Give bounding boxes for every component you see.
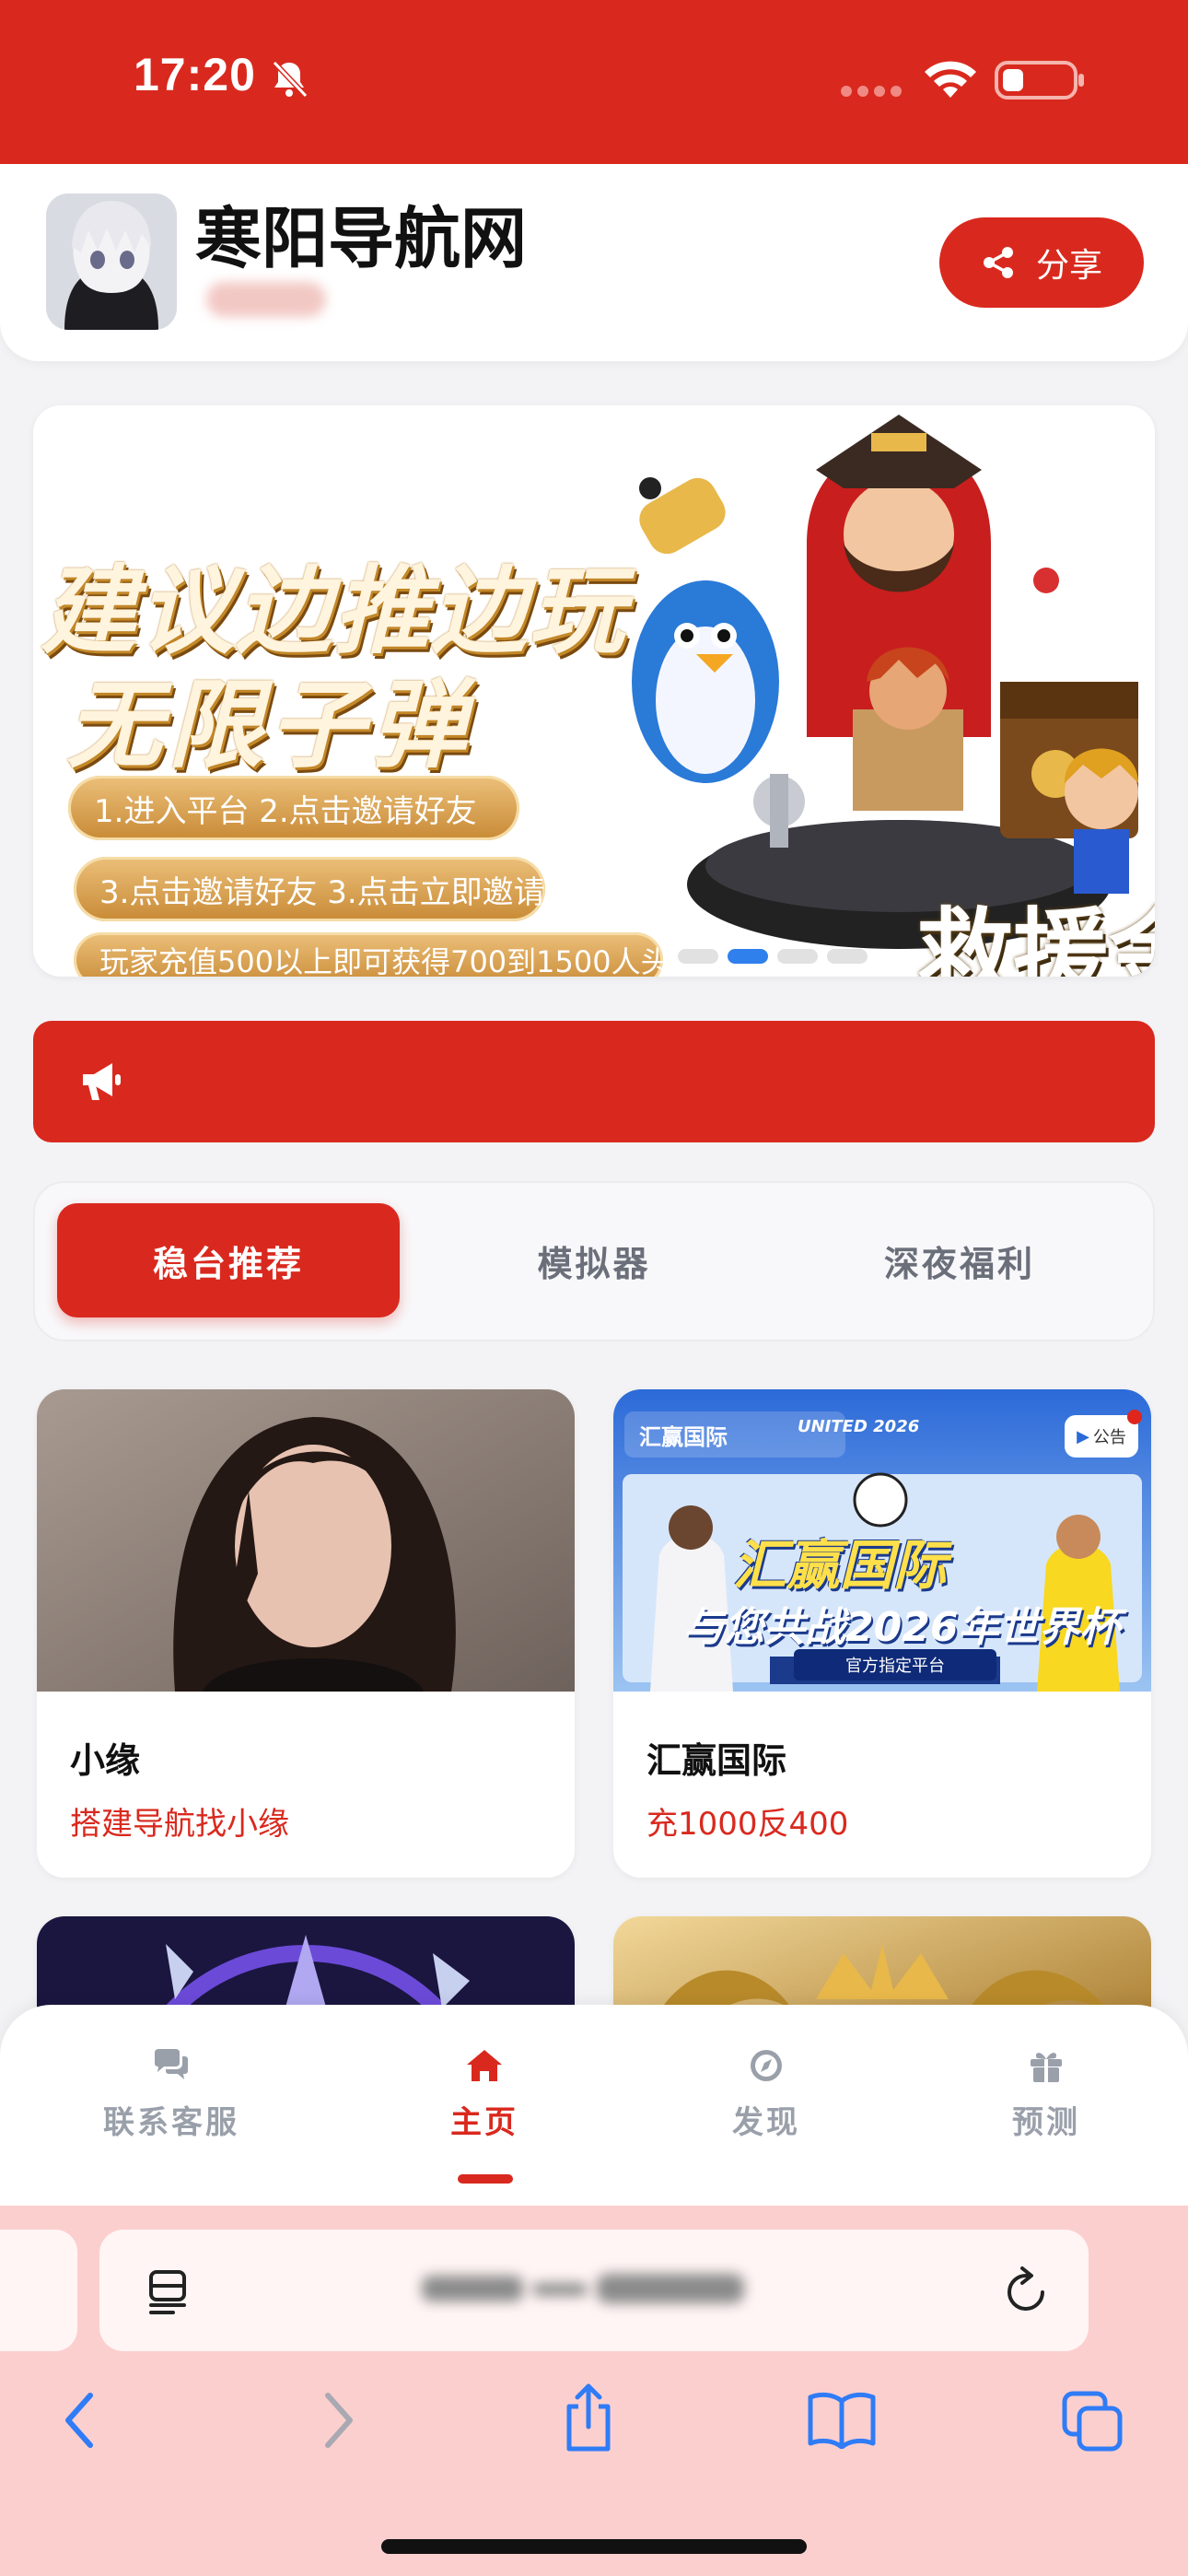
announcement-bar[interactable] — [33, 1021, 1155, 1142]
site-card[interactable]: 汇赢国际 UNITED 2026 ▶ 公告 汇赢国际 与您共战2026年世界杯 … — [613, 1389, 1151, 1878]
home-indicator — [381, 2539, 807, 2554]
nav-label: 预测 — [1012, 2104, 1080, 2141]
tab-late-night[interactable]: 深夜福利 — [785, 1203, 1135, 1317]
promo-headline: 汇赢国际 — [733, 1534, 948, 1597]
card-title: 小缘 — [70, 1740, 141, 1781]
blurred-subtitle — [206, 282, 326, 317]
card-subtitle: 搭建导航找小缘 — [70, 1806, 289, 1843]
compass-icon — [751, 2050, 782, 2081]
carousel-dot-active[interactable] — [728, 949, 768, 964]
bookmarks-icon[interactable] — [807, 2390, 877, 2449]
reload-icon[interactable] — [1002, 2265, 1052, 2316]
banner-headline-2: 无限子弹 — [66, 669, 472, 781]
card-brand-sub: UNITED 2026 — [798, 1417, 920, 1436]
gift-icon — [1031, 2053, 1062, 2082]
signal-icon — [841, 86, 902, 97]
page-menu-icon[interactable] — [146, 2268, 190, 2316]
carousel-dot[interactable] — [827, 949, 868, 964]
active-tab-indicator — [458, 2174, 513, 2184]
carousel-dot[interactable] — [777, 949, 818, 964]
tab-emulator[interactable]: 模拟器 — [419, 1203, 769, 1317]
bell-slash-icon — [272, 60, 309, 99]
promo-tag: 官方指定平台 — [794, 1649, 996, 1680]
banner-step-1: 1.进入平台 2.点击邀请好友 — [68, 776, 519, 840]
promo-banner[interactable]: 建议边推边玩 无限子弹 1.进入平台 2.点击邀请好友 3.点击邀请好友 3.点… — [33, 405, 1155, 977]
blurred-url-shape — [422, 2274, 744, 2303]
carousel-dots[interactable] — [678, 949, 868, 964]
previous-tab-card[interactable] — [0, 2230, 77, 2351]
avatar — [46, 193, 177, 330]
banner-step-3: 玩家充值500以上即可获得700到1500人头费 — [74, 932, 700, 977]
nav-contact-support[interactable]: 联系客服 — [70, 2047, 273, 2142]
banner-rescue-text: 救援金 — [917, 897, 1155, 977]
card-photo — [37, 1389, 575, 1692]
status-time: 17:20 — [134, 49, 256, 100]
forward-icon[interactable] — [320, 2390, 357, 2451]
share-icon — [983, 247, 1013, 278]
back-icon[interactable] — [61, 2390, 98, 2451]
nav-prediction[interactable]: 预测 — [945, 2047, 1147, 2142]
nav-home[interactable]: 主页 — [383, 2047, 586, 2142]
notice-dot — [1127, 1410, 1142, 1424]
share-button[interactable]: 分享 — [939, 217, 1144, 308]
share-sheet-icon[interactable] — [562, 2383, 615, 2454]
carousel-dot[interactable] — [678, 949, 718, 964]
home-icon — [467, 2050, 502, 2081]
share-label: 分享 — [1035, 247, 1102, 285]
site-card[interactable]: 小缘 搭建导航找小缘 — [37, 1389, 575, 1878]
wifi-icon — [925, 61, 976, 98]
site-title: 寒阳导航网 — [195, 199, 528, 277]
notice-badge[interactable]: ▶ 公告 — [1065, 1410, 1142, 1458]
url-text-blurred[interactable] — [422, 2268, 753, 2309]
notice-badge-label: 公告 — [1092, 1428, 1126, 1447]
card-subtitle: 充1000反400 — [646, 1806, 849, 1843]
nav-discover[interactable]: 发现 — [665, 2047, 868, 2142]
card-brand-name: 汇赢国际 — [639, 1423, 728, 1450]
megaphone-icon — [83, 1063, 121, 1100]
battery-icon — [995, 61, 1084, 100]
nav-label: 发现 — [732, 2104, 800, 2141]
card-title: 汇赢国际 — [646, 1740, 787, 1781]
tabs-icon[interactable] — [1061, 2390, 1124, 2453]
speaker-icon: ▶ — [1077, 1426, 1089, 1446]
tab-stable-recommend[interactable]: 稳台推荐 — [57, 1203, 400, 1317]
nav-label: 联系客服 — [103, 2104, 239, 2141]
chat-icon — [155, 2049, 188, 2079]
promo-subheadline: 与您共战2026年世界杯 — [683, 1604, 1121, 1651]
banner-step-2: 3.点击邀请好友 3.点击立即邀请. — [74, 857, 555, 921]
nav-label: 主页 — [450, 2104, 518, 2141]
